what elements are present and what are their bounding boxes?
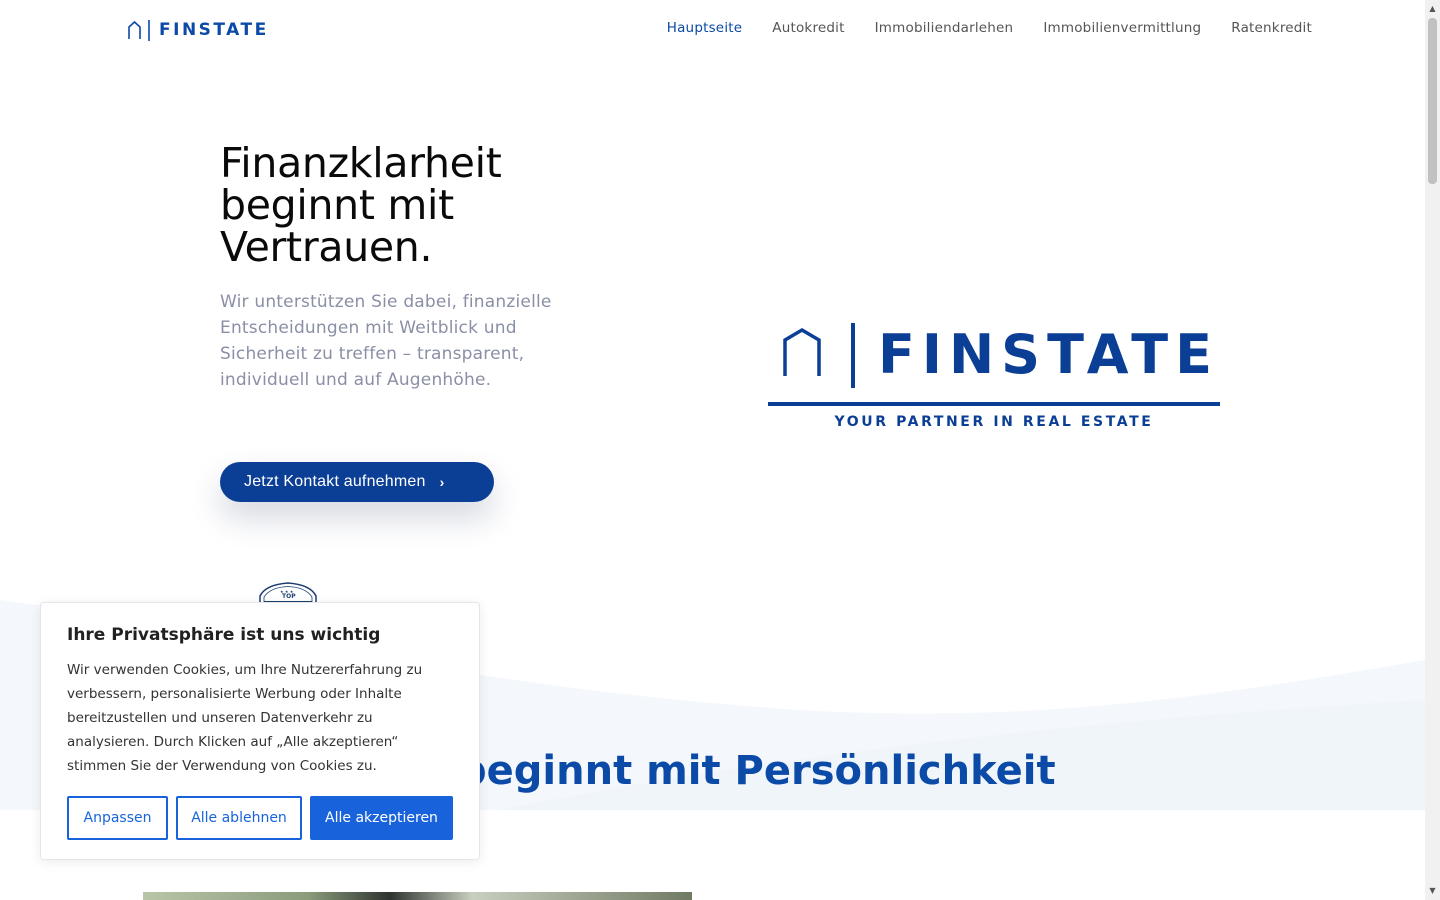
brand-logo: FINSTATE YOUR PARTNER IN REAL ESTATE <box>768 322 1220 434</box>
hero-subtitle: Wir unterstützen Sie dabei, finanzielle … <box>220 292 552 390</box>
badge-label: TOP <box>282 593 296 600</box>
cookie-accept-button[interactable]: Alle akzeptieren <box>310 796 453 840</box>
nav-item-immobilienvermittlung[interactable]: Immobilienvermittlung <box>1043 20 1201 36</box>
house-outline-icon <box>783 323 855 388</box>
house-outline-icon <box>128 20 150 41</box>
page-scrollbar[interactable]: ▲ ▼ <box>1425 0 1440 900</box>
nav-item-hauptseite[interactable]: Hauptseite <box>667 20 743 36</box>
logo-text: FINSTATE <box>159 20 269 40</box>
chevron-right-icon: › <box>439 474 445 490</box>
site-header: FINSTATE Hauptseite Autokredit Immobilie… <box>0 0 1425 60</box>
cookie-customize-button[interactable]: Anpassen <box>67 796 168 840</box>
nav-item-ratenkredit[interactable]: Ratenkredit <box>1231 20 1312 36</box>
brand-logo-text: FINSTATE <box>878 323 1220 386</box>
cookie-text: Wir verwenden Cookies, um Ihre Nutzererf… <box>67 662 423 774</box>
scroll-thumb[interactable] <box>1428 18 1437 184</box>
nav-item-autokredit[interactable]: Autokredit <box>772 20 844 36</box>
cookie-buttons: Anpassen Alle ablehnen Alle akzeptieren <box>67 796 453 840</box>
brand-logo-tagline: YOUR PARTNER IN REAL ESTATE <box>834 414 1154 430</box>
cookie-reject-button[interactable]: Alle ablehnen <box>176 796 302 840</box>
nav-item-immobiliendarlehen[interactable]: Immobiliendarlehen <box>875 20 1014 36</box>
hero-title: Finanzklarheit beginnt mit Vertrauen. <box>220 139 502 271</box>
scroll-up-arrow-icon[interactable]: ▲ <box>1425 2 1440 16</box>
site-logo[interactable]: FINSTATE <box>127 18 269 42</box>
cookie-consent-dialog: Ihre Privatsphäre ist uns wichtig Wir ve… <box>40 602 480 860</box>
cookie-title: Ihre Privatsphäre ist uns wichtig <box>67 625 381 645</box>
brand-logo-rule <box>768 402 1220 406</box>
cta-label: Jetzt Kontakt aufnehmen <box>244 473 426 490</box>
team-photo <box>143 892 692 900</box>
scroll-down-arrow-icon[interactable]: ▼ <box>1425 884 1440 898</box>
main-nav: Hauptseite Autokredit Immobiliendarlehen… <box>667 20 1312 36</box>
contact-cta-button[interactable]: Jetzt Kontakt aufnehmen › <box>220 462 494 502</box>
